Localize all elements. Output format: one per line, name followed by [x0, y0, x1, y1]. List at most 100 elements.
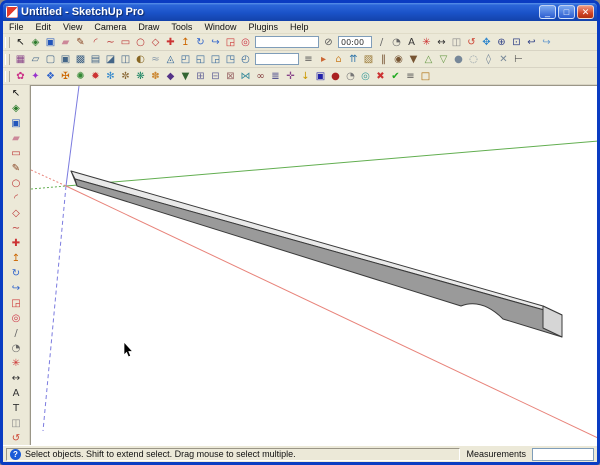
text-tool-icon[interactable]: A [404, 35, 419, 50]
plugin-close-icon[interactable]: ✖ [373, 69, 388, 84]
plugin-box-icon[interactable]: □ [418, 69, 433, 84]
beam-top-face[interactable] [70, 170, 563, 316]
paint-bucket-icon[interactable]: ▣ [9, 116, 24, 131]
offset-tool-icon[interactable]: ◎ [238, 35, 253, 50]
menu-item-view[interactable]: View [57, 22, 88, 32]
sandbox-from-scratch-icon[interactable]: ▽ [436, 52, 451, 67]
drawing-canvas[interactable] [30, 85, 597, 445]
plugin-target-icon[interactable]: ✛ [283, 69, 298, 84]
menu-item-draw[interactable]: Draw [132, 22, 165, 32]
time-icon[interactable]: ⊘ [321, 35, 336, 50]
minimize-button[interactable]: _ [539, 5, 556, 19]
line-tool-icon[interactable]: ✎ [9, 161, 24, 176]
plugin-spark-icon[interactable]: ✼ [118, 69, 133, 84]
eraser-icon[interactable]: ▰ [9, 131, 24, 146]
plugin-menu-icon[interactable]: ≡ [403, 69, 418, 84]
fog-toggle-icon[interactable]: ≈ [148, 52, 163, 67]
select-tool-icon[interactable]: ↖ [9, 86, 24, 101]
solid-intersect-icon[interactable]: ✕ [496, 52, 511, 67]
move-tool-icon[interactable]: ✚ [163, 35, 178, 50]
camera-dropdown[interactable] [255, 53, 299, 65]
layers-icon[interactable]: ≡ [301, 52, 316, 67]
plugin-loop-icon[interactable]: ∞ [253, 69, 268, 84]
next-view-icon[interactable]: ↪ [539, 35, 554, 50]
plugin-clock-icon[interactable]: ◔ [343, 69, 358, 84]
scale-tool-icon[interactable]: ◲ [223, 35, 238, 50]
circle-tool-icon[interactable]: ○ [9, 176, 24, 191]
sandbox-from-contours-icon[interactable]: △ [421, 52, 436, 67]
protractor-icon[interactable]: ◔ [9, 341, 24, 356]
time-field[interactable]: 00:00 [338, 36, 372, 48]
plugin-diamond-icon[interactable]: ❖ [43, 69, 58, 84]
plugin-grid-x-icon[interactable]: ⊠ [223, 69, 238, 84]
rotate-tool-icon[interactable]: ↻ [193, 35, 208, 50]
plugin-burst-icon[interactable]: ✹ [88, 69, 103, 84]
arc-tool-icon[interactable]: ◜ [88, 35, 103, 50]
section-plane-icon[interactable]: ◫ [449, 35, 464, 50]
beam-front-face[interactable] [74, 178, 563, 338]
circle-tool-icon[interactable]: ○ [133, 35, 148, 50]
solid-union-icon[interactable]: ● [451, 52, 466, 67]
plugin-petal-icon[interactable]: ✽ [148, 69, 163, 84]
get-models-icon[interactable]: ⌂ [331, 52, 346, 67]
menu-item-window[interactable]: Window [198, 22, 242, 32]
top-view-icon[interactable]: ◰ [178, 52, 193, 67]
menu-item-help[interactable]: Help [284, 22, 315, 32]
menu-item-edit[interactable]: Edit [30, 22, 58, 32]
toolbar-field[interactable] [255, 36, 319, 48]
axes-tool-icon[interactable]: ✳ [9, 356, 24, 371]
plugin-grid-plus-icon[interactable]: ⊞ [193, 69, 208, 84]
measurements-input[interactable] [532, 447, 594, 461]
position-camera-icon[interactable]: ▼ [406, 52, 421, 67]
zoom-tool-icon[interactable]: ⊕ [494, 35, 509, 50]
plugin-wedge-icon[interactable]: ▼ [178, 69, 193, 84]
move-tool-icon[interactable]: ✚ [9, 236, 24, 251]
menu-item-plugins[interactable]: Plugins [242, 22, 284, 32]
plugin-star-icon[interactable]: ✦ [28, 69, 43, 84]
help-icon[interactable]: ? [10, 448, 21, 460]
follow-me-tool-icon[interactable]: ↪ [208, 35, 223, 50]
close-button[interactable]: ✕ [577, 5, 594, 19]
rectangle-tool-icon[interactable]: ▭ [118, 35, 133, 50]
back-edges-icon[interactable]: ◫ [118, 52, 133, 67]
maximize-button[interactable]: □ [558, 5, 575, 19]
flag-icon[interactable]: ▸ [316, 52, 331, 67]
make-component-icon[interactable]: ◈ [9, 101, 24, 116]
right-view-icon[interactable]: ◲ [208, 52, 223, 67]
push-pull-tool-icon[interactable]: ↥ [9, 251, 24, 266]
push-pull-tool-icon[interactable]: ↥ [178, 35, 193, 50]
solid-subtract-icon[interactable]: ◌ [466, 52, 481, 67]
plugin-asterisk-icon[interactable]: ❋ [133, 69, 148, 84]
back-view-icon[interactable]: ◳ [223, 52, 238, 67]
line-tool-icon[interactable]: ✎ [73, 35, 88, 50]
text-tool-icon[interactable]: A [9, 386, 24, 401]
plugin-ring-icon[interactable]: ◎ [358, 69, 373, 84]
plugin-snowflake-icon[interactable]: ✻ [103, 69, 118, 84]
make-component-icon[interactable]: ◈ [28, 35, 43, 50]
arc-tool-icon[interactable]: ◜ [9, 191, 24, 206]
paint-bucket-icon[interactable]: ▣ [43, 35, 58, 50]
style-monochrome-icon[interactable]: ▤ [88, 52, 103, 67]
rectangle-tool-icon[interactable]: ▭ [9, 146, 24, 161]
plugin-list-icon[interactable]: ≣ [268, 69, 283, 84]
plugin-gear-icon[interactable]: ✺ [73, 69, 88, 84]
menu-item-tools[interactable]: Tools [165, 22, 198, 32]
plugin-check-icon[interactable]: ✔ [388, 69, 403, 84]
scale-tool-icon[interactable]: ◲ [9, 296, 24, 311]
select-tool-icon[interactable]: ↖ [13, 35, 28, 50]
tape-measure-icon[interactable]: / [374, 35, 389, 50]
plugin-flower-icon[interactable]: ✿ [13, 69, 28, 84]
style-shaded-icon[interactable]: ▣ [58, 52, 73, 67]
polygon-tool-icon[interactable]: ◇ [148, 35, 163, 50]
polygon-tool-icon[interactable]: ◇ [9, 206, 24, 221]
shadows-toggle-icon[interactable]: ◐ [133, 52, 148, 67]
plugin-panel-icon[interactable]: ▣ [313, 69, 328, 84]
orbit-tool-icon[interactable]: ↺ [9, 431, 24, 446]
open-icon[interactable]: ▦ [13, 52, 28, 67]
walk-tool-icon[interactable]: ‖ [376, 52, 391, 67]
freehand-tool-icon[interactable]: ∼ [103, 35, 118, 50]
protractor-icon[interactable]: ◔ [389, 35, 404, 50]
look-around-icon[interactable]: ◉ [391, 52, 406, 67]
left-view-icon[interactable]: ◴ [238, 52, 253, 67]
orbit-tool-icon[interactable]: ↺ [464, 35, 479, 50]
